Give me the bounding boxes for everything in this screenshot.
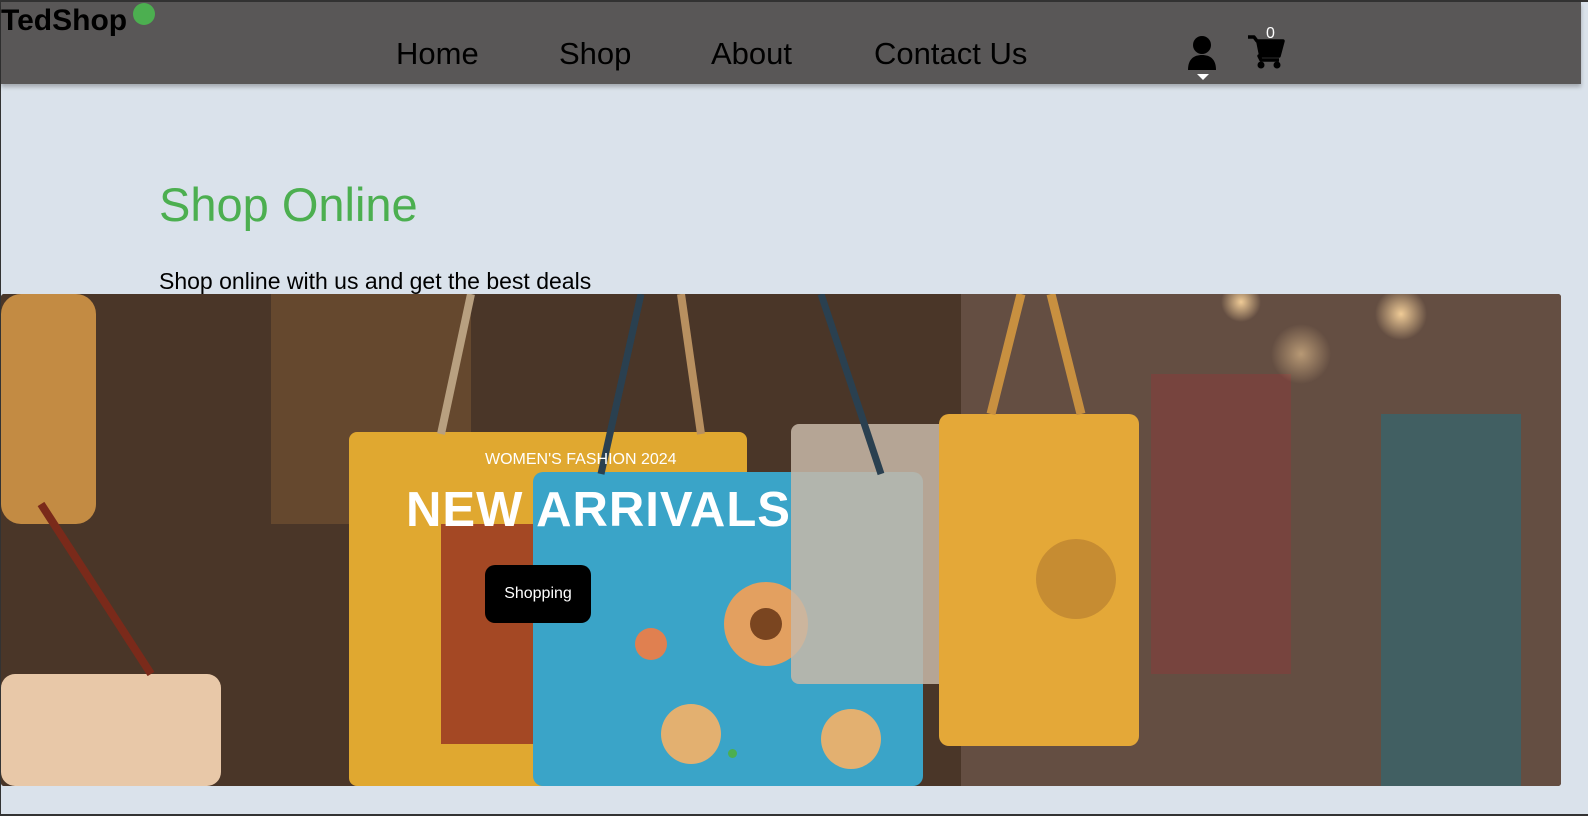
shopping-button[interactable]: Shopping bbox=[485, 565, 591, 623]
chevron-down-icon[interactable] bbox=[1197, 74, 1209, 80]
nav-contact-link[interactable]: Contact Us bbox=[874, 36, 1027, 72]
slider-indicator-dot[interactable] bbox=[728, 749, 737, 758]
shopping-cart-icon[interactable] bbox=[1247, 34, 1285, 70]
hero-subtitle: Shop online with us and get the best dea… bbox=[159, 268, 592, 294]
brand-logo[interactable]: TedShop bbox=[1, 4, 127, 38]
banner-heading: NEW ARRIVALS bbox=[406, 483, 791, 537]
logo-dot bbox=[133, 3, 155, 25]
banner-kicker: WOMEN'S FASHION 2024 bbox=[485, 451, 677, 468]
nav-home-link[interactable]: Home bbox=[396, 36, 479, 72]
hero-title: Shop Online bbox=[159, 178, 418, 231]
nav-about-link[interactable]: About bbox=[711, 36, 792, 72]
handbags-banner-image bbox=[1, 294, 1561, 786]
top-navbar: TedShop Home Shop About Contact Us 0 bbox=[1, 2, 1581, 84]
user-icon[interactable] bbox=[1187, 35, 1217, 71]
hero-section: Shop Online bbox=[159, 177, 418, 232]
main-nav: Home Shop About Contact Us bbox=[1, 36, 1581, 76]
nav-shop-link[interactable]: Shop bbox=[559, 36, 631, 72]
hero-banner: WOMEN'S FASHION 2024 NEW ARRIVALS Shoppi… bbox=[1, 294, 1561, 786]
